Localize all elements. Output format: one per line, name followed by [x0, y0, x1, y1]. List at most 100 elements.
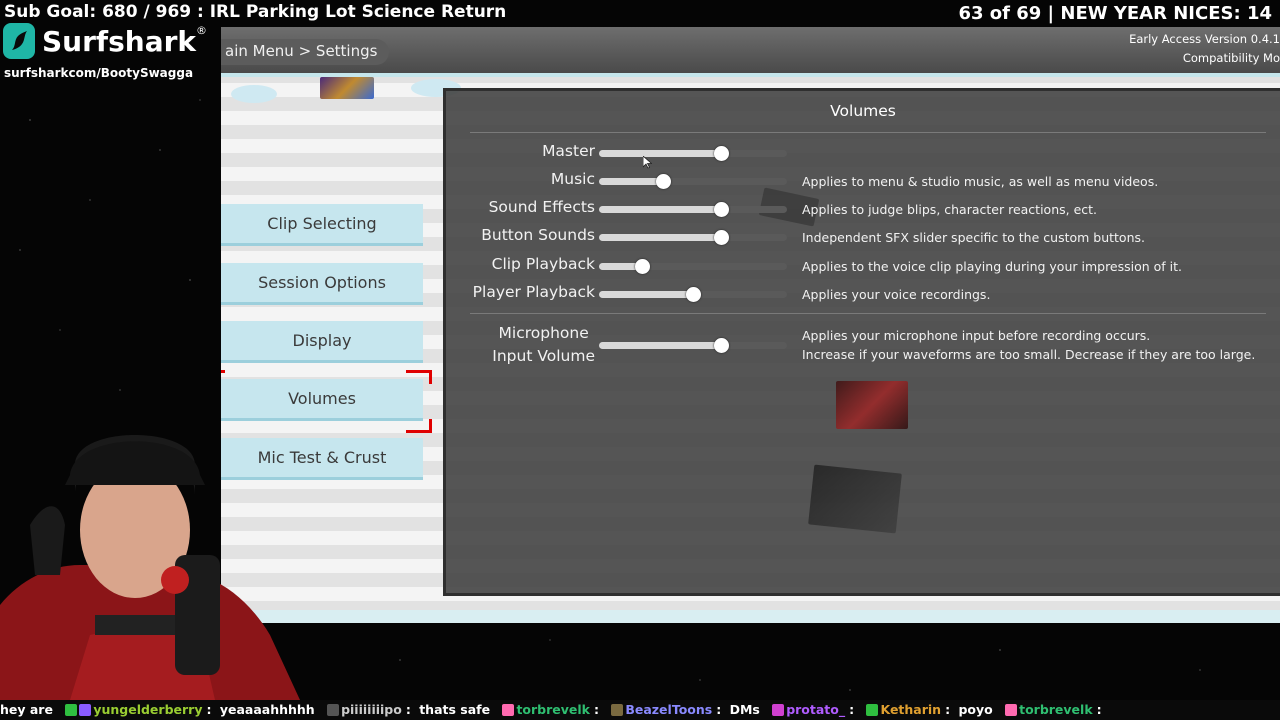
volume-row-master: Master — [446, 139, 1280, 167]
compatibility-label: Compatibility Mo — [1182, 51, 1280, 65]
slider-knob[interactable] — [714, 146, 730, 161]
chat-username: protato_ — [786, 702, 846, 717]
volume-description: Applies to judge blips, character reacti… — [802, 202, 1098, 217]
badge-icon — [1005, 704, 1018, 716]
chat-message: hey are — [0, 702, 57, 717]
chat-username: Ketharin — [880, 702, 942, 717]
microphone-input-volume-slider[interactable] — [599, 338, 787, 353]
registered-mark: ® — [196, 24, 208, 37]
volume-row-music: Music Applies to menu & studio music, as… — [446, 167, 1280, 195]
selection-bracket — [406, 419, 432, 433]
volume-description: Independent SFX slider specific to the c… — [802, 230, 1145, 245]
slider-knob[interactable] — [655, 174, 671, 189]
volume-label: Clip Playback — [491, 255, 595, 273]
mic-desc-line1: Applies your microphone input before rec… — [802, 328, 1151, 343]
panel-title: Volumes — [830, 102, 896, 120]
chat-text: thats safe — [419, 702, 491, 717]
mic-desc-line2: Increase if your waveforms are too small… — [802, 347, 1256, 362]
chat-message: BeazelToons: DMs — [611, 702, 763, 717]
badge-icon — [327, 704, 340, 716]
volume-row-clip-playback: Clip Playback Applies to the voice clip … — [446, 252, 1280, 280]
volume-description: Applies to the voice clip playing during… — [802, 259, 1183, 274]
chat-message: piiiiiiiipo: thats safe — [327, 702, 494, 717]
chat-username: BeazelToons — [625, 702, 713, 717]
menu-button-label: Session Options — [258, 273, 386, 292]
mouse-cursor-icon — [643, 156, 652, 169]
menu-button-label: Display — [292, 331, 352, 350]
button-sounds-volume-slider[interactable] — [599, 230, 787, 245]
slider-fill — [599, 206, 722, 213]
player-playback-volume-slider[interactable] — [599, 287, 787, 302]
menu-button-label: Clip Selecting — [267, 214, 377, 233]
album-art-thumbnail — [836, 381, 908, 429]
sub-goal-text: Sub Goal: 680 / 969 : IRL Parking Lot Sc… — [4, 2, 507, 22]
volume-row-sound-effects: Sound Effects Applies to judge blips, ch… — [446, 195, 1280, 223]
webcam-feed — [0, 435, 300, 700]
sponsor-name: Surfshark — [42, 24, 197, 58]
slider-fill — [599, 178, 663, 185]
sound-effects-volume-slider[interactable] — [599, 202, 787, 217]
chat-username: piiiiiiiipo — [341, 702, 402, 717]
clip-playback-volume-slider[interactable] — [599, 259, 787, 274]
sponsor-url: surfsharkcom/BootySwagga — [4, 66, 194, 80]
volume-row-button-sounds: Button Sounds Independent SFX slider spe… — [446, 223, 1280, 251]
slider-knob[interactable] — [714, 338, 730, 353]
badge-icon — [502, 704, 515, 716]
breadcrumb[interactable]: ain Menu > Settings — [221, 39, 390, 65]
mic-label-line1: Microphone — [498, 324, 589, 342]
divider — [470, 132, 1266, 133]
slider-fill — [599, 234, 722, 241]
volume-description: Applies your microphone input before rec… — [802, 326, 1255, 364]
chat-text: hey are — [0, 702, 53, 717]
volume-label: Button Sounds — [481, 226, 595, 244]
top-bar-divider — [221, 73, 1280, 77]
surfshark-logo-icon — [3, 23, 35, 59]
chat-message: protato_: — [772, 702, 858, 717]
master-volume-slider[interactable] — [599, 146, 787, 161]
chat-text: poyo — [958, 702, 993, 717]
volume-label: Sound Effects — [488, 198, 595, 216]
chat-ticker: hey are yungelderberry: yeaaaahhhhh piii… — [0, 700, 1280, 720]
divider — [470, 313, 1266, 314]
slider-fill — [599, 150, 722, 157]
volume-row-player-playback: Player Playback Applies your voice recor… — [446, 280, 1280, 308]
chat-username: torbrevelk — [516, 702, 590, 717]
slider-fill — [599, 291, 693, 298]
version-info: Early Access Version 0.4.1 Compatibility… — [1129, 30, 1280, 68]
album-art-thumbnail — [808, 464, 902, 534]
volume-description: Applies your voice recordings. — [802, 287, 991, 302]
menu-button-session-options[interactable]: Session Options — [221, 263, 423, 305]
menu-button-clip-selecting[interactable]: Clip Selecting — [221, 204, 423, 246]
chat-message: torbrevelk: — [1005, 702, 1106, 717]
volume-label: Microphone Input Volume — [492, 322, 595, 368]
badge-icon — [65, 704, 78, 716]
volume-label: Player Playback — [472, 283, 595, 301]
mic-label-line2: Input Volume — [492, 347, 595, 365]
slider-knob[interactable] — [686, 287, 701, 302]
menu-button-display[interactable]: Display — [221, 321, 423, 363]
chat-username: torbrevelk — [1019, 702, 1093, 717]
selection-bracket — [221, 370, 225, 384]
bottom-strip — [221, 610, 1280, 623]
chat-text: DMs — [729, 702, 760, 717]
sponsor-brand: Surfshark ® — [2, 22, 207, 60]
version-label: Early Access Version 0.4.1 — [1129, 32, 1280, 46]
slider-fill — [599, 342, 722, 349]
chat-text: yeaaaahhhhh — [219, 702, 315, 717]
volumes-panel: Volumes Master Music Applies to menu & s… — [443, 88, 1280, 596]
volume-description: Applies to menu & studio music, as well … — [802, 174, 1159, 189]
slider-knob[interactable] — [714, 202, 730, 217]
chat-message: Ketharin: poyo — [866, 702, 996, 717]
badge-icon — [611, 704, 624, 716]
chat-message: torbrevelk: — [502, 702, 603, 717]
badge-icon — [772, 704, 785, 716]
volume-row-microphone: Microphone Input Volume Applies your mic… — [446, 319, 1280, 367]
chat-username: yungelderberry — [93, 702, 203, 717]
album-art-thumbnail — [320, 77, 374, 99]
cloud-decoration — [231, 85, 277, 103]
slider-knob[interactable] — [635, 259, 651, 274]
badge-icon — [866, 704, 879, 716]
badge-icon — [79, 704, 92, 716]
slider-knob[interactable] — [714, 230, 730, 245]
music-volume-slider[interactable] — [599, 174, 787, 189]
